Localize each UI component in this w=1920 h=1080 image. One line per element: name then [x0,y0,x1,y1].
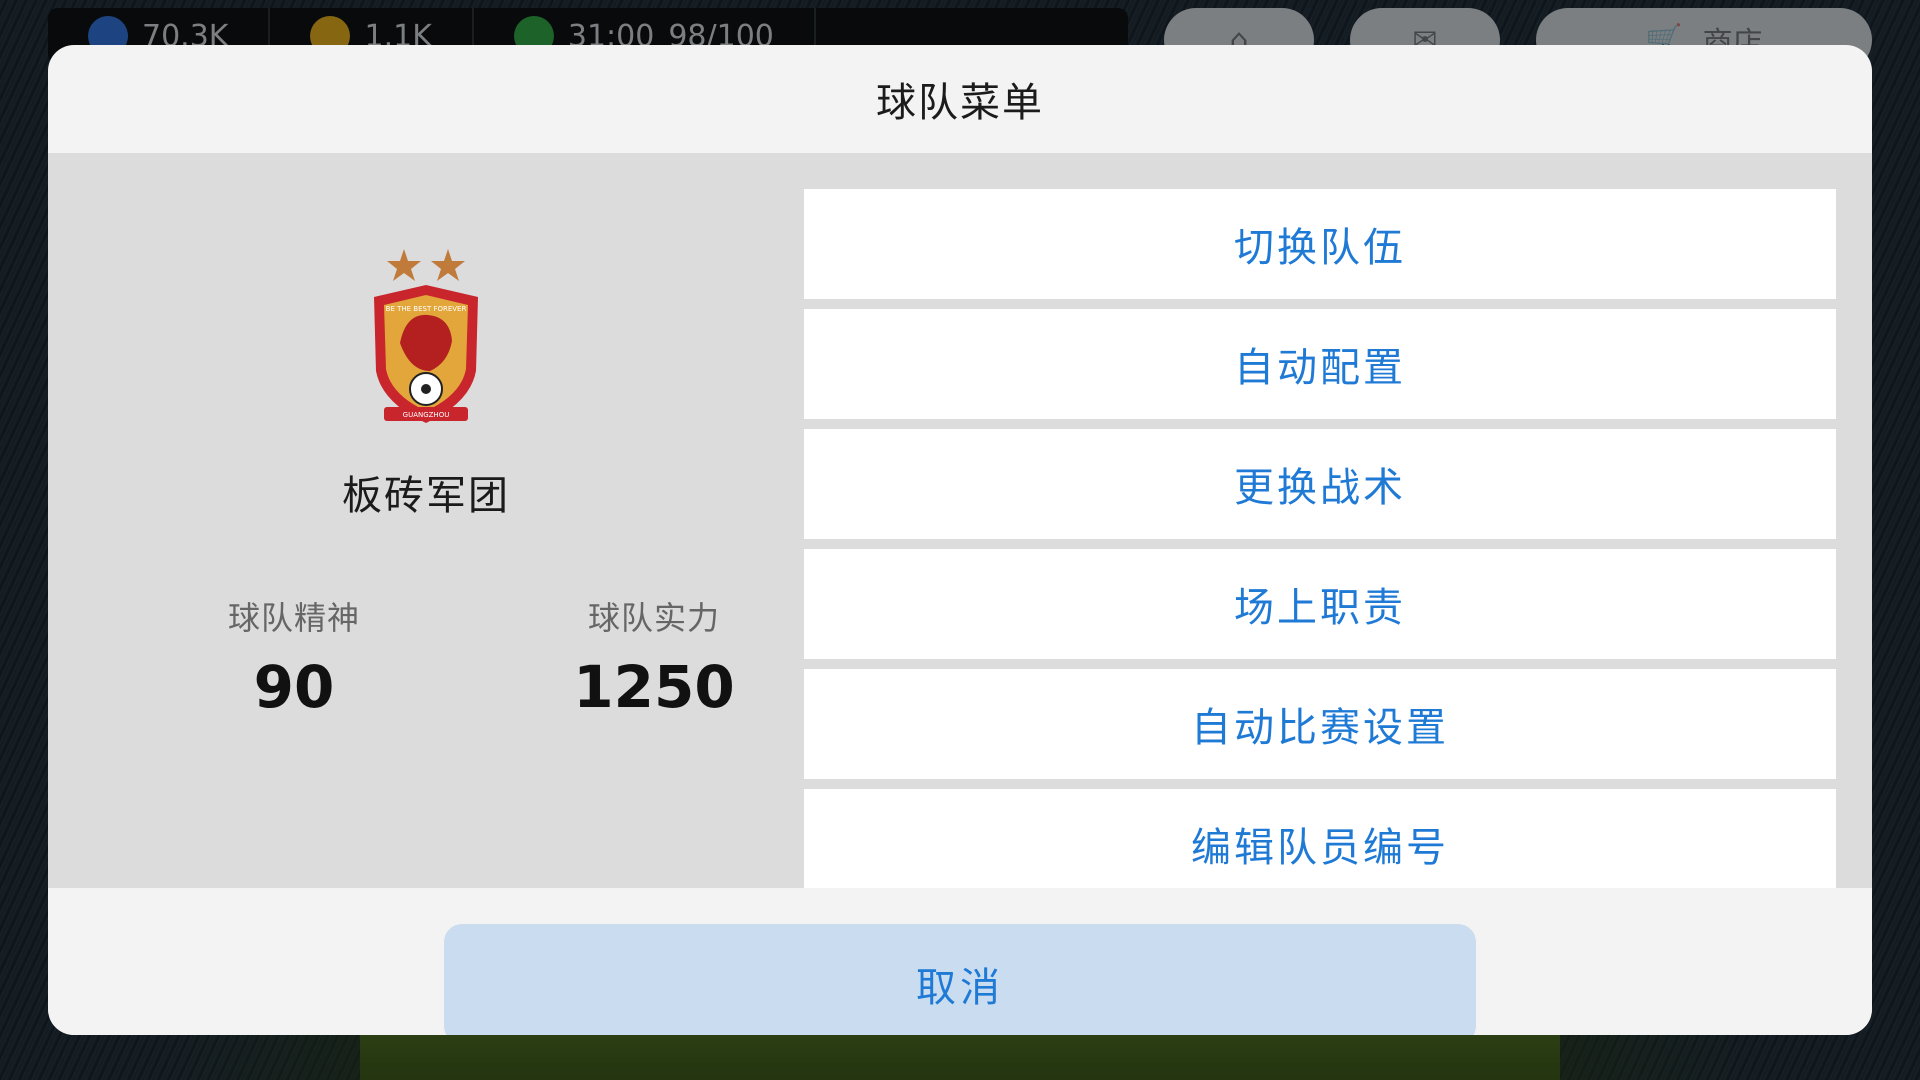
menu-item-auto-match-settings[interactable]: 自动比赛设置 [804,669,1836,779]
team-strength-label: 球队实力 [587,599,720,637]
crest-motto: BE THE BEST FOREVER [386,305,467,313]
menu-item-auto-setup[interactable]: 自动配置 [804,309,1836,419]
menu-item-field-roles[interactable]: 场上职责 [804,549,1836,659]
dialog-footer: 取消 [48,888,1872,1035]
team-strength-stat: 球队实力 1250 [524,593,784,721]
team-info-panel: BE THE BEST FOREVER GUANGZHOU 板砖军团 球队精神 … [48,153,804,888]
team-name: 板砖军团 [342,473,510,519]
cancel-button[interactable]: 取消 [444,924,1476,1035]
menu-item-label: 更换战术 [1234,465,1406,511]
team-strength-value: 1250 [573,653,735,721]
menu-item-label: 自动比赛设置 [1191,705,1449,751]
menu-item-switch-team[interactable]: 切换队伍 [804,189,1836,299]
team-spirit-stat: 球队精神 90 [164,593,424,721]
menu-item-edit-numbers[interactable]: 编辑队员编号 [804,789,1836,888]
team-menu-list[interactable]: 切换队伍 自动配置 更换战术 场上职责 自动比赛设置 编辑队员编号 [804,153,1836,888]
crest-city: GUANGZHOU [403,411,450,419]
team-menu-dialog: 球队菜单 BE THE BEST FOREVER GUANGZHOU 板砖军团 … [48,45,1872,1035]
menu-item-label: 编辑队员编号 [1191,825,1449,871]
team-crest-icon: BE THE BEST FOREVER GUANGZHOU [374,249,478,423]
menu-item-label: 切换队伍 [1234,225,1406,271]
dialog-header: 球队菜单 [48,45,1872,153]
team-spirit-label: 球队精神 [227,599,360,637]
dialog-body: BE THE BEST FOREVER GUANGZHOU 板砖军团 球队精神 … [48,153,1872,888]
menu-item-label: 场上职责 [1234,585,1406,631]
menu-item-change-tactics[interactable]: 更换战术 [804,429,1836,539]
menu-item-label: 自动配置 [1234,345,1406,391]
dialog-title: 球队菜单 [876,80,1044,126]
team-spirit-value: 90 [253,653,335,721]
